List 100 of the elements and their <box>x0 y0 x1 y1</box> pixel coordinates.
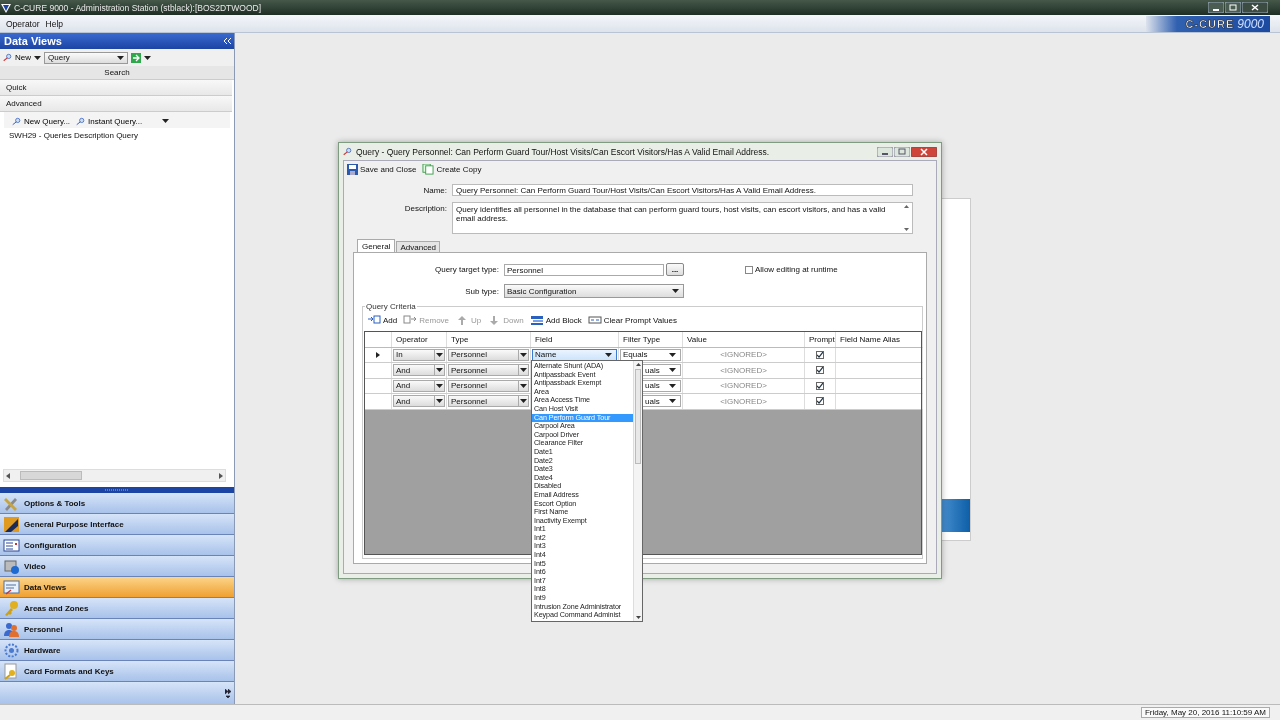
group-title: Query Criteria <box>365 302 417 311</box>
browse-button[interactable]: ... <box>666 263 684 276</box>
target-type-field[interactable]: Personnel <box>504 263 664 276</box>
nav-button[interactable]: Areas and Zones <box>0 598 234 619</box>
value-cell[interactable]: <IGNORED> <box>683 347 805 362</box>
dropdown-arrow-icon[interactable] <box>436 399 443 404</box>
dropdown-arrow-icon[interactable] <box>520 368 527 373</box>
operator-select[interactable]: And <box>393 395 445 408</box>
nav-icon <box>3 641 20 659</box>
dropdown-arrow-icon[interactable] <box>117 55 124 60</box>
column-header[interactable]: Prompt <box>805 332 836 347</box>
description-field[interactable]: Query identifies all personnel in the database that can perform guard tours, host visits, can escort visitors, and has a valid email address. <box>452 202 913 234</box>
type-select[interactable]: Personnel <box>448 348 529 361</box>
dropdown-arrow-icon[interactable] <box>520 399 527 404</box>
filter-type-select[interactable]: Equals <box>620 348 681 361</box>
splitter-handle[interactable] <box>0 487 234 493</box>
nav-button[interactable]: Card Formats and Keys <box>0 661 234 682</box>
nav-button[interactable]: Configuration <box>0 535 234 556</box>
type-select[interactable]: Personnel <box>448 379 529 392</box>
dropdown-arrow-icon[interactable] <box>669 368 676 373</box>
target-type-label: Query target type: <box>433 265 500 274</box>
value-cell[interactable]: <IGNORED> <box>683 378 805 393</box>
query-list-item[interactable]: SWH29 - Queries Description Query <box>0 128 234 143</box>
column-header[interactable]: Field Name Alias <box>836 332 923 347</box>
dropdown-arrow-icon[interactable] <box>436 383 443 388</box>
nav-icon <box>3 515 20 533</box>
horizontal-scrollbar[interactable] <box>3 469 226 482</box>
nav-button[interactable]: Data Views <box>0 577 234 598</box>
scroll-right-icon[interactable] <box>219 472 223 479</box>
nav-button[interactable]: Options & Tools <box>0 493 234 514</box>
create-copy-button[interactable]: Create Copy <box>422 164 482 175</box>
type-select[interactable]: Personnel <box>448 364 529 377</box>
maximize-icon[interactable] <box>894 146 910 157</box>
product-logo: C-CURE 9000 <box>1145 15 1270 32</box>
criteria-tool-button[interactable]: Add Block <box>529 314 582 326</box>
nav-button[interactable]: Personnel <box>0 619 234 640</box>
field-select[interactable]: Name <box>532 348 617 361</box>
search-section[interactable]: Quick <box>0 80 232 96</box>
collapse-icon[interactable] <box>224 38 231 44</box>
scroll-down-icon[interactable] <box>904 228 909 231</box>
value-cell[interactable]: <IGNORED> <box>683 394 805 409</box>
nav-button[interactable]: Hardware <box>0 640 234 661</box>
dropdown-arrow-icon[interactable] <box>144 55 151 60</box>
prompt-checkbox[interactable] <box>816 397 824 406</box>
dropdown-arrow-icon[interactable] <box>34 55 41 60</box>
dropdown-arrow-icon[interactable] <box>520 383 527 388</box>
save-close-button[interactable]: Save and Close <box>346 164 417 175</box>
tool-icon <box>403 314 418 326</box>
close-icon[interactable] <box>1242 2 1268 13</box>
column-header[interactable]: Type <box>447 332 531 347</box>
dropdown-arrow-icon[interactable] <box>162 119 170 123</box>
scroll-left-icon[interactable] <box>6 472 10 479</box>
criteria-tool-button[interactable]: Clear Prompt Values <box>587 314 677 326</box>
operator-select[interactable]: And <box>393 379 445 392</box>
prompt-checkbox[interactable] <box>816 350 824 359</box>
minimize-icon[interactable] <box>877 146 893 157</box>
minimize-icon[interactable] <box>1208 2 1224 13</box>
dropdown-arrow-icon[interactable] <box>669 352 676 357</box>
query-button[interactable]: New Query... <box>12 116 71 126</box>
expand-icon[interactable] <box>225 688 231 698</box>
nav-button[interactable]: General Purpose Interface <box>0 514 234 535</box>
name-field[interactable]: Query Personnel: Can Perform Guard Tour/Host Visits/Can Escort Visitors/Has A Valid Email Address. <box>452 184 913 196</box>
menu-item[interactable]: Operator <box>6 18 40 29</box>
column-header[interactable]: Operator <box>392 332 447 347</box>
operator-select[interactable]: And <box>393 364 445 377</box>
scroll-down-icon[interactable] <box>635 616 641 619</box>
criteria-tool-button[interactable]: Add <box>367 314 398 326</box>
close-icon[interactable] <box>911 146 937 157</box>
restore-icon[interactable] <box>1225 2 1241 13</box>
prompt-checkbox[interactable] <box>816 381 824 390</box>
operator-select[interactable]: In <box>393 348 445 361</box>
dropdown-arrow-icon[interactable] <box>669 383 676 388</box>
status-datetime: Friday, May 20, 2016 11:10:59 AM <box>1140 707 1270 718</box>
dropdown-arrow-icon[interactable] <box>436 368 443 373</box>
nav-icon <box>3 557 20 575</box>
column-header[interactable]: Value <box>683 332 805 347</box>
nav-icon <box>3 599 20 617</box>
vertical-scrollbar[interactable] <box>633 361 642 621</box>
search-section[interactable]: Advanced <box>0 96 232 112</box>
dropdown-arrow-icon[interactable] <box>520 352 527 357</box>
view-select[interactable]: Query <box>44 51 128 64</box>
column-header[interactable]: Filter Type <box>619 332 683 347</box>
type-select[interactable]: Personnel <box>448 395 529 408</box>
nav-button[interactable]: Video <box>0 556 234 577</box>
column-header[interactable]: Field <box>531 332 619 347</box>
tab[interactable]: General <box>357 239 396 252</box>
value-cell[interactable]: <IGNORED> <box>683 363 805 378</box>
query-button[interactable]: Instant Query... <box>76 116 143 126</box>
nav-icon <box>3 578 20 596</box>
dropdown-arrow-icon[interactable] <box>605 352 612 357</box>
current-row-icon <box>376 351 380 358</box>
menu-item[interactable]: Help <box>45 18 64 29</box>
new-button[interactable]: New <box>3 53 31 62</box>
dropdown-arrow-icon[interactable] <box>669 399 676 404</box>
checkbox[interactable] <box>745 265 753 274</box>
dropdown-arrow-icon[interactable] <box>672 289 679 293</box>
dropdown-arrow-icon[interactable] <box>436 352 443 357</box>
prompt-checkbox[interactable] <box>816 366 824 375</box>
sub-type-select[interactable]: Basic Configuration <box>504 284 684 298</box>
scroll-up-icon[interactable] <box>904 205 909 208</box>
